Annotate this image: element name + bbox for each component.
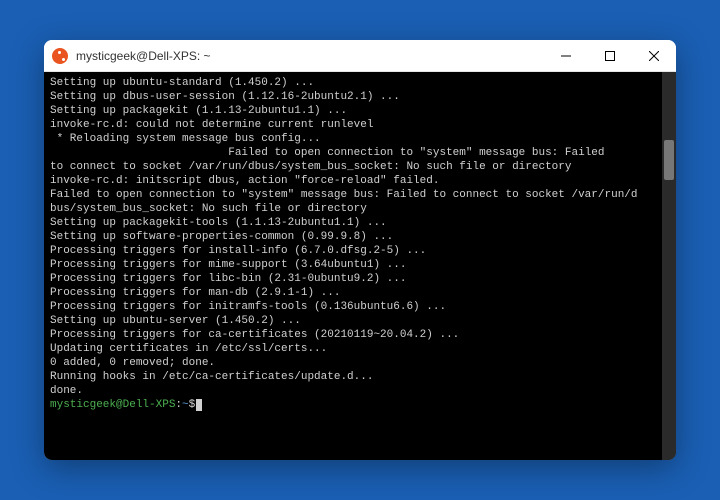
cursor xyxy=(196,399,202,411)
minimize-button[interactable] xyxy=(544,40,588,71)
terminal-line: * Reloading system message bus config... xyxy=(50,132,670,146)
terminal-line: invoke-rc.d: initscript dbus, action "fo… xyxy=(50,174,670,188)
terminal-line: Setting up packagekit (1.1.13-2ubuntu1.1… xyxy=(50,104,670,118)
terminal-line: Processing triggers for install-info (6.… xyxy=(50,244,670,258)
scrollbar-track[interactable] xyxy=(662,72,676,460)
terminal-line: Setting up packagekit-tools (1.1.13-2ubu… xyxy=(50,216,670,230)
terminal-line: Setting up dbus-user-session (1.12.16-2u… xyxy=(50,90,670,104)
maximize-button[interactable] xyxy=(588,40,632,71)
terminal-line: Processing triggers for libc-bin (2.31-0… xyxy=(50,272,670,286)
window-controls xyxy=(544,40,676,71)
prompt-path: ~ xyxy=(182,399,189,411)
terminal-line: Setting up ubuntu-server (1.450.2) ... xyxy=(50,314,670,328)
terminal-body[interactable]: Setting up ubuntu-standard (1.450.2) ...… xyxy=(44,72,676,460)
terminal-line: invoke-rc.d: could not determine current… xyxy=(50,118,670,132)
terminal-line: Processing triggers for mime-support (3.… xyxy=(50,258,670,272)
terminal-line: Processing triggers for man-db (2.9.1-1)… xyxy=(50,286,670,300)
close-button[interactable] xyxy=(632,40,676,71)
terminal-prompt[interactable]: mysticgeek@Dell-XPS:~$ xyxy=(50,398,670,412)
terminal-line: Setting up software-properties-common (0… xyxy=(50,230,670,244)
scrollbar-thumb[interactable] xyxy=(664,140,674,180)
titlebar[interactable]: mysticgeek@Dell-XPS: ~ xyxy=(44,40,676,72)
terminal-line: Setting up ubuntu-standard (1.450.2) ... xyxy=(50,76,670,90)
terminal-line: to connect to socket /var/run/dbus/syste… xyxy=(50,160,670,174)
terminal-line: 0 added, 0 removed; done. xyxy=(50,356,670,370)
terminal-window: mysticgeek@Dell-XPS: ~ Setting up ubuntu… xyxy=(44,40,676,460)
terminal-line: done. xyxy=(50,384,670,398)
terminal-line: bus/system_bus_socket: No such file or d… xyxy=(50,202,670,216)
terminal-line: Processing triggers for ca-certificates … xyxy=(50,328,670,342)
terminal-line: Running hooks in /etc/ca-certificates/up… xyxy=(50,370,670,384)
window-title: mysticgeek@Dell-XPS: ~ xyxy=(76,49,544,63)
terminal-line: Updating certificates in /etc/ssl/certs.… xyxy=(50,342,670,356)
terminal-line: Failed to open connection to "system" me… xyxy=(50,146,670,160)
terminal-line: Failed to open connection to "system" me… xyxy=(50,188,670,202)
ubuntu-icon xyxy=(52,48,68,64)
terminal-line: Processing triggers for initramfs-tools … xyxy=(50,300,670,314)
prompt-symbol: $ xyxy=(189,399,196,411)
prompt-user: mysticgeek@Dell-XPS xyxy=(50,399,175,411)
terminal-output: Setting up ubuntu-standard (1.450.2) ...… xyxy=(50,76,670,412)
